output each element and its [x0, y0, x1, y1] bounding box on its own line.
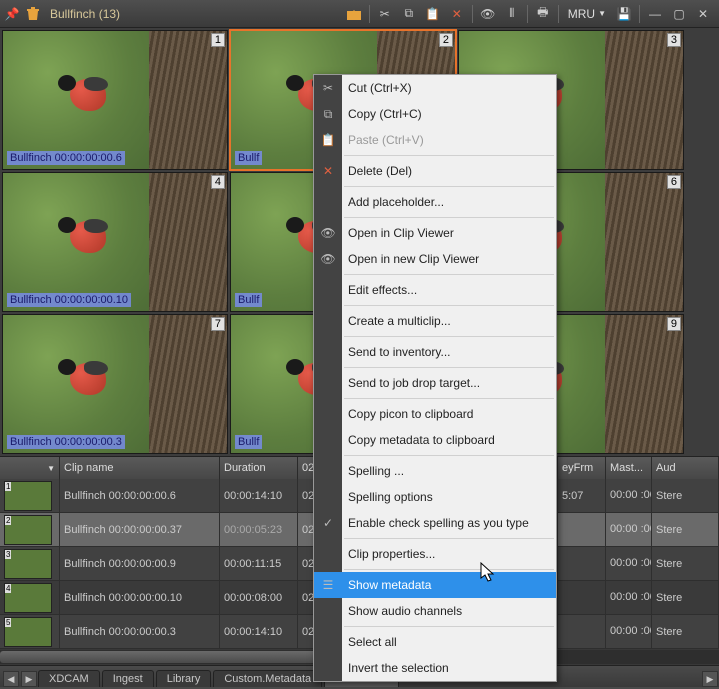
col-audio[interactable]: Aud [652, 457, 719, 479]
context-menu: ✂Cut (Ctrl+X)⧉Copy (Ctrl+C)📋Paste (Ctrl+… [313, 74, 557, 682]
paste-icon[interactable]: 📋 [421, 3, 445, 25]
menu-item[interactable]: ✂Cut (Ctrl+X) [314, 75, 556, 101]
col-master[interactable]: Mast... [606, 457, 652, 479]
check-icon: ✓ [319, 516, 337, 530]
menu-item: 📋Paste (Ctrl+V) [314, 127, 556, 153]
menu-item[interactable]: Send to job drop target... [314, 370, 556, 396]
menu-item[interactable]: Clip properties... [314, 541, 556, 567]
tab-custom.metadata[interactable]: Custom.Metadata [213, 670, 322, 687]
tab-nav-end[interactable]: ▶ [702, 671, 718, 687]
menu-item[interactable]: Copy picon to clipboard [314, 401, 556, 427]
menu-item[interactable]: Send to inventory... [314, 339, 556, 365]
menu-item[interactable]: Create a multiclip... [314, 308, 556, 334]
menu-item[interactable]: Show audio channels [314, 598, 556, 624]
cut-icon[interactable]: ✂ [373, 3, 397, 25]
col-picon[interactable] [0, 457, 60, 479]
bin-icon[interactable] [24, 5, 42, 23]
eye-icon: 👁 [319, 226, 337, 240]
delete-icon[interactable]: ✕ [445, 3, 469, 25]
close-icon[interactable]: ✕ [691, 3, 715, 25]
maximize-icon[interactable]: ▢ [667, 3, 691, 25]
titlebar: 📌 Bullfinch (13) ✂ ⧉ 📋 ✕ 👁 ⦀ 🖶 MRU▼ 💾 — … [0, 0, 719, 28]
eye-icon[interactable]: 👁 [476, 3, 500, 25]
save-icon[interactable]: 💾 [612, 3, 636, 25]
copy-icon: ⧉ [319, 107, 337, 122]
menu-item[interactable]: Add placeholder... [314, 189, 556, 215]
tab-library[interactable]: Library [156, 670, 212, 687]
menu-item[interactable]: ✓Enable check spelling as you type [314, 510, 556, 536]
mru-dropdown[interactable]: MRU▼ [562, 7, 612, 21]
menu-item[interactable]: 👁Open in Clip Viewer [314, 220, 556, 246]
cut-icon: ✂ [319, 81, 337, 95]
menu-item[interactable]: Edit effects... [314, 277, 556, 303]
col-clipname[interactable]: Clip name [60, 457, 220, 479]
paste-icon: 📋 [319, 133, 337, 147]
menu-item[interactable]: Select all [314, 629, 556, 655]
menu-item[interactable]: Spelling options [314, 484, 556, 510]
tab-xdcam[interactable]: XDCAM [38, 670, 100, 687]
col-keyfrm[interactable]: eyFrm [558, 457, 606, 479]
print-icon[interactable]: 🖶 [531, 3, 555, 25]
meta-icon: ☰ [319, 578, 337, 592]
tab-nav-right[interactable]: ▶ [21, 671, 37, 687]
folder-up-icon[interactable] [342, 3, 366, 25]
columns-icon[interactable]: ⦀ [500, 3, 524, 25]
tab-ingest[interactable]: Ingest [102, 670, 154, 687]
thumbnail[interactable]: 1Bullfinch 00:00:00:00.6 [2, 30, 228, 170]
menu-item[interactable]: ☰Show metadata [314, 572, 556, 598]
eye-icon: 👁 [319, 252, 337, 266]
menu-item[interactable]: ⧉Copy (Ctrl+C) [314, 101, 556, 127]
thumbnail[interactable]: 7Bullfinch 00:00:00:00.3 [2, 314, 228, 454]
copy-icon[interactable]: ⧉ [397, 3, 421, 25]
menu-item[interactable]: 👁Open in new Clip Viewer [314, 246, 556, 272]
minimize-icon[interactable]: — [643, 3, 667, 25]
menu-item[interactable]: ✕Delete (Del) [314, 158, 556, 184]
menu-item[interactable]: Invert the selection [314, 655, 556, 681]
col-duration[interactable]: Duration [220, 457, 298, 479]
pin-icon[interactable]: 📌 [4, 7, 20, 21]
tab-nav-left[interactable]: ◀ [3, 671, 19, 687]
bin-title: Bullfinch (13) [50, 7, 120, 21]
menu-item[interactable]: Copy metadata to clipboard [314, 427, 556, 453]
delete-icon: ✕ [319, 164, 337, 178]
thumbnail[interactable]: 4Bullfinch 00:00:00:00.10 [2, 172, 228, 312]
menu-item[interactable]: Spelling ... [314, 458, 556, 484]
